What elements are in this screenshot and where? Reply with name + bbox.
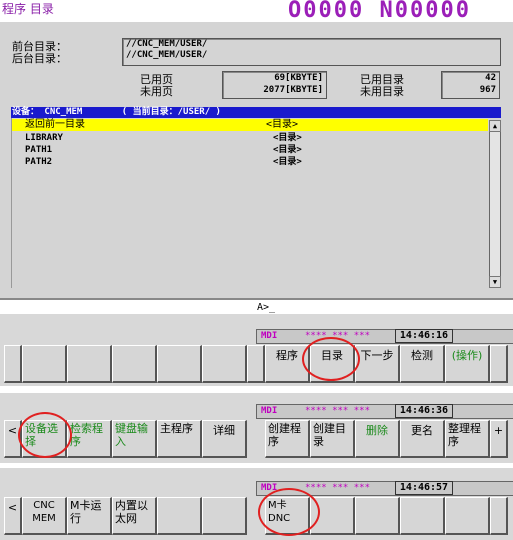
status-bar [256, 404, 513, 419]
free-dirs-value: 967 [479, 85, 496, 95]
highlight-circle [18, 412, 72, 458]
list-item-name: 返回前一目录 [25, 119, 85, 130]
free-pages-value: 2077[KBYTE] [263, 85, 323, 95]
foreground-dir-path: //CNC_MEM/USER/ [126, 39, 208, 49]
softkey-7[interactable] [247, 345, 265, 383]
free-pages-label: 未用页 [140, 85, 173, 98]
softkey-blank[interactable] [490, 497, 508, 535]
list-item[interactable]: PATH1 <目录> [12, 144, 488, 156]
dirs-box: 42 967 [441, 71, 500, 99]
highlight-circle [302, 337, 360, 381]
clock: 14:46:36 [395, 404, 453, 418]
softkey-mcard-run[interactable]: M卡运行 [67, 497, 112, 535]
program-number: O0000 N00000 [288, 0, 471, 23]
list-item-name: PATH1 [25, 145, 53, 155]
background-dir-path: //CNC_MEM/USER/ [126, 50, 208, 60]
softkey-prev[interactable]: < [4, 497, 22, 535]
device-bar: 设备： CNC_MEM ( 当前目录：/USER/ ) [11, 107, 501, 118]
list-item-type: <目录> [273, 133, 302, 143]
mode-indicator: MDI [261, 406, 278, 416]
softkey-next-step[interactable]: 下一步 [355, 345, 400, 383]
scroll-down-arrow-icon[interactable]: ▼ [489, 276, 501, 288]
free-dirs-label: 未用目录 [360, 85, 404, 98]
softkey-blank[interactable] [445, 497, 490, 535]
softkey-blank[interactable] [355, 497, 400, 535]
softkey-blank[interactable] [157, 497, 202, 535]
list-item-selected[interactable]: 返回前一目录 <目录> [12, 119, 488, 131]
list-item-type: <目录> [273, 157, 302, 167]
softkey-embedded-ethernet[interactable]: 内置以太网 [112, 497, 157, 535]
clock: 14:46:57 [395, 481, 453, 495]
softkey-next[interactable]: + [490, 420, 508, 458]
softkey-check[interactable]: 检测 [400, 345, 445, 383]
softkey-organize-program[interactable]: 整理程序 [445, 420, 490, 458]
list-item-name: LIBRARY [25, 133, 63, 143]
softkey-6[interactable] [202, 345, 247, 383]
dir-path-box: //CNC_MEM/USER/ //CNC_MEM/USER/ [122, 38, 501, 66]
list-item[interactable]: PATH2 <目录> [12, 156, 488, 168]
status-flags: **** *** *** [305, 406, 371, 416]
softkey-5[interactable] [157, 345, 202, 383]
softkey-keyboard-input[interactable]: 键盘输入 [112, 420, 157, 458]
softkey-search-program[interactable]: 检索程序 [67, 420, 112, 458]
softkey-operation[interactable]: (操作) [445, 345, 490, 383]
softkey-blank[interactable] [202, 497, 247, 535]
list-item-name: PATH2 [25, 157, 53, 167]
mode-indicator: MDI [261, 331, 278, 341]
softkey-rename[interactable]: 更名 [400, 420, 445, 458]
status-bar [256, 329, 513, 344]
softkey-cnc-mem[interactable]: CNC MEM [22, 497, 67, 535]
status-flags: **** *** *** [305, 483, 371, 493]
background-dir-label: 后台目录： [12, 52, 67, 65]
screen-title: 程序 目录 [2, 2, 54, 16]
list-item[interactable]: LIBRARY <目录> [12, 132, 488, 144]
softkey-2[interactable] [22, 345, 67, 383]
current-dir-label: ( 当前目录：/USER/ ) [121, 107, 221, 117]
softkey-4[interactable] [112, 345, 157, 383]
used-pages-value: 69[KBYTE] [274, 73, 323, 83]
list-scrollbar[interactable] [489, 120, 501, 288]
list-item-type: <目录> [266, 119, 299, 130]
clock: 14:46:16 [395, 329, 453, 343]
softkey-blank[interactable] [400, 497, 445, 535]
softkey-delete[interactable]: 删除 [355, 420, 400, 458]
softkey-right-end[interactable] [490, 345, 508, 383]
highlight-circle [258, 488, 320, 536]
pages-box: 69[KBYTE] 2077[KBYTE] [222, 71, 327, 99]
device-label: 设备： CNC_MEM [12, 107, 83, 117]
softkey-create-program[interactable]: 创建程序 [265, 420, 310, 458]
softkey-1[interactable] [4, 345, 22, 383]
softkey-3[interactable] [67, 345, 112, 383]
used-dirs-value: 42 [485, 73, 496, 83]
key-input-line[interactable]: A>_ [257, 302, 275, 313]
softkey-detail[interactable]: 详细 [202, 420, 247, 458]
softkey-create-directory[interactable]: 创建目录 [310, 420, 355, 458]
scroll-up-arrow-icon[interactable]: ▲ [489, 120, 501, 132]
list-item-type: <目录> [273, 145, 302, 155]
softkey-main-program[interactable]: 主程序 [157, 420, 202, 458]
